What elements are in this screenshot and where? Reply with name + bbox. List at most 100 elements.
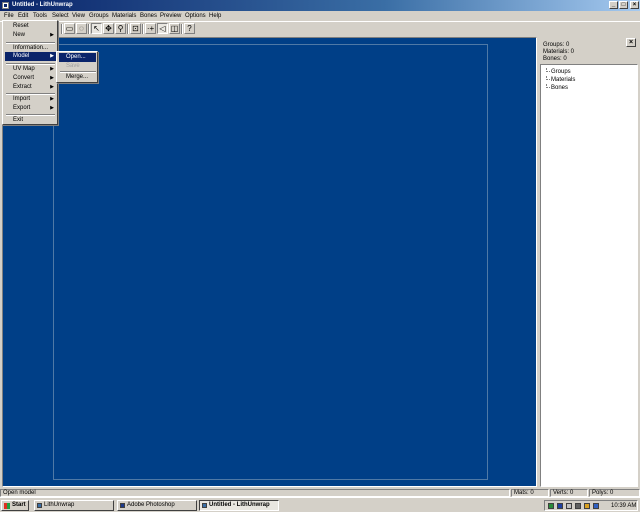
minimize-button[interactable]: _ bbox=[609, 1, 618, 9]
menu-item-import[interactable]: Import ▶ bbox=[5, 95, 56, 104]
zoom-fit-icon[interactable]: ⊡ bbox=[130, 23, 141, 34]
toolbar-separator bbox=[88, 24, 90, 34]
groups-count: Groups: 0 bbox=[543, 42, 570, 48]
move-icon[interactable]: ✥ bbox=[103, 23, 114, 34]
submenu-item-open[interactable]: Open... bbox=[59, 53, 96, 62]
pointer-icon[interactable]: ↖ bbox=[91, 23, 102, 34]
menu-item-label: Reset bbox=[13, 23, 29, 29]
task-label: Untitled - LithUnwrap bbox=[209, 502, 270, 508]
menu-item-export[interactable]: Export ▶ bbox=[5, 104, 56, 113]
menu-item-label: Export bbox=[13, 105, 31, 111]
vertex-icon[interactable]: ·+ bbox=[145, 23, 156, 34]
submenu-arrow-icon: ▶ bbox=[50, 32, 54, 38]
lithunwrap-icon bbox=[202, 503, 207, 508]
menu-item-label: UV Map bbox=[13, 66, 35, 72]
task-label: LithUnwrap bbox=[44, 502, 75, 508]
submenu-arrow-icon: ▶ bbox=[50, 53, 54, 59]
task-photoshop[interactable]: Adobe Photoshop bbox=[117, 500, 197, 511]
taskbar: Start LithUnwrap Adobe Photoshop Untitle… bbox=[0, 497, 640, 512]
tree-item-materials[interactable]: Materials bbox=[551, 77, 575, 84]
app-icon[interactable] bbox=[2, 2, 9, 9]
menu-item-model[interactable]: Model ▶ bbox=[5, 52, 56, 61]
menu-materials[interactable]: Materials bbox=[110, 12, 138, 21]
start-button[interactable]: Start bbox=[1, 500, 29, 511]
menu-item-label: Import bbox=[13, 96, 31, 102]
task-lithunwrap[interactable]: LithUnwrap bbox=[34, 500, 114, 511]
toolbar-separator bbox=[142, 24, 144, 34]
start-label: Start bbox=[12, 502, 26, 508]
photoshop-icon bbox=[120, 503, 125, 508]
menu-options[interactable]: Options bbox=[183, 12, 208, 21]
menu-item-convert[interactable]: Convert ▶ bbox=[5, 74, 56, 83]
face-icon[interactable]: ◫ bbox=[169, 23, 180, 34]
materials-count: Materials: 0 bbox=[543, 49, 575, 55]
submenu-arrow-icon: ▶ bbox=[50, 84, 54, 90]
tree-line bbox=[546, 76, 550, 80]
menu-help[interactable]: Help bbox=[207, 12, 223, 21]
submenu-arrow-icon: ▶ bbox=[50, 75, 54, 81]
submenu-item-save[interactable]: Save bbox=[59, 62, 96, 71]
tray-volume-icon[interactable] bbox=[575, 503, 581, 509]
tray-app2-icon[interactable] bbox=[593, 503, 599, 509]
lithunwrap-icon bbox=[37, 503, 42, 508]
menu-bones[interactable]: Bones bbox=[138, 12, 159, 21]
tree-item-bones[interactable]: Bones bbox=[551, 85, 568, 92]
panel-close-icon[interactable]: × bbox=[626, 38, 636, 47]
select-lasso-icon[interactable]: ◌ bbox=[76, 23, 87, 34]
tree-line bbox=[546, 68, 550, 72]
menu-item-label: Exit bbox=[13, 117, 24, 123]
bones-count: Bones: 0 bbox=[543, 56, 567, 62]
info-panel: × Groups: 0 Materials: 0 Bones: 0 Groups… bbox=[538, 37, 640, 487]
tree-line bbox=[546, 84, 550, 88]
windows-logo-icon bbox=[4, 503, 10, 509]
tree-item-groups[interactable]: Groups bbox=[551, 69, 571, 76]
close-button[interactable]: × bbox=[630, 1, 639, 9]
menu-item-label: Convert bbox=[13, 75, 35, 81]
status-polys: Polys: 0 bbox=[589, 489, 640, 497]
title-bar[interactable]: Untitled - LithUnwrap _ □ × bbox=[0, 0, 640, 11]
task-label: Adobe Photoshop bbox=[127, 502, 175, 508]
menu-bar: File Edit Tools Select View Groups Mater… bbox=[0, 11, 640, 21]
toolbar: ▭ ◌ ↖ ✥ ⚲ ⊡ ·+ ◁ ◫ ? bbox=[0, 21, 640, 36]
menu-item-label: New bbox=[13, 32, 26, 38]
help-pointer-icon[interactable]: ? bbox=[184, 23, 195, 34]
zoom-icon[interactable]: ⚲ bbox=[115, 23, 126, 34]
status-message: Open model bbox=[0, 489, 510, 497]
menu-item-label: Model bbox=[13, 53, 30, 59]
maximize-button[interactable]: □ bbox=[619, 1, 628, 9]
polygon-icon[interactable]: ◁ bbox=[157, 23, 168, 34]
select-box-icon[interactable]: ▭ bbox=[64, 23, 75, 34]
menu-view[interactable]: View bbox=[70, 12, 87, 21]
submenu-arrow-icon: ▶ bbox=[50, 96, 54, 102]
scene-tree[interactable]: Groups Materials Bones bbox=[540, 64, 638, 487]
submenu-arrow-icon: ▶ bbox=[50, 66, 54, 72]
menu-item-reset[interactable]: Reset bbox=[5, 22, 56, 31]
toolbar-separator bbox=[181, 24, 183, 34]
submenu-arrow-icon: ▶ bbox=[50, 105, 54, 111]
tray-network-icon[interactable] bbox=[557, 503, 563, 509]
toolbar-separator bbox=[127, 24, 129, 34]
menu-item-exit[interactable]: Exit bbox=[5, 116, 56, 125]
toolbar-separator bbox=[61, 24, 63, 34]
uv-viewport[interactable] bbox=[2, 37, 537, 487]
status-mats: Mats: 0 bbox=[511, 489, 549, 497]
clock[interactable]: 10:39 AM bbox=[611, 502, 636, 510]
status-bar: Open model Mats: 0 Verts: 0 Polys: 0 bbox=[0, 488, 640, 497]
model-submenu: Open... Save Merge... bbox=[56, 51, 98, 83]
tray-app-icon[interactable] bbox=[584, 503, 590, 509]
tray-shield-icon[interactable] bbox=[548, 503, 554, 509]
uv-frame bbox=[53, 44, 488, 480]
menu-item-label: Information... bbox=[13, 45, 49, 51]
submenu-item-merge[interactable]: Merge... bbox=[59, 73, 96, 82]
task-untitled-lithunwrap[interactable]: Untitled - LithUnwrap bbox=[199, 500, 279, 511]
menu-item-new[interactable]: New ▶ bbox=[5, 31, 56, 40]
menu-groups[interactable]: Groups bbox=[87, 12, 111, 21]
window-title: Untitled - LithUnwrap bbox=[12, 2, 73, 8]
file-menu: Reset New ▶ Information... Model ▶ UV Map ▶… bbox=[2, 20, 58, 125]
menu-preview[interactable]: Preview bbox=[158, 12, 183, 21]
menu-item-extract[interactable]: Extract ▶ bbox=[5, 83, 56, 92]
tray-monitor-icon[interactable] bbox=[566, 503, 572, 509]
menu-item-label: Extract bbox=[13, 84, 32, 90]
menu-item-uv-map[interactable]: UV Map ▶ bbox=[5, 65, 56, 74]
system-tray: 10:39 AM bbox=[544, 500, 638, 511]
